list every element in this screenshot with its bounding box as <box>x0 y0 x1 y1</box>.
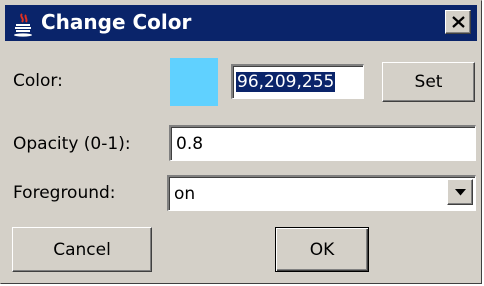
ok-button[interactable]: OK <box>275 227 369 272</box>
cancel-button[interactable]: Cancel <box>12 227 152 272</box>
set-button[interactable]: Set <box>382 62 475 102</box>
opacity-input[interactable]: 0.8 <box>169 125 476 161</box>
dropdown-button[interactable] <box>447 179 473 205</box>
window-title: Change Color <box>41 10 192 34</box>
color-value-text: 96,209,255 <box>236 72 336 92</box>
close-button[interactable] <box>445 10 471 34</box>
java-cup-icon <box>13 13 35 37</box>
title-bar[interactable]: Change Color <box>5 5 477 41</box>
cancel-button-label: Cancel <box>53 239 111 260</box>
close-icon <box>452 16 465 28</box>
chevron-down-icon <box>455 189 466 196</box>
color-value-input[interactable]: 96,209,255 <box>231 64 364 99</box>
opacity-value-text: 0.8 <box>176 133 204 154</box>
color-label: Color: <box>13 71 63 91</box>
change-color-dialog: Change Color Color: 96,209,255 Set Opaci… <box>0 0 482 284</box>
ok-button-label: OK <box>309 239 335 260</box>
foreground-selected-value: on <box>174 183 196 204</box>
opacity-label: Opacity (0-1): <box>13 134 131 154</box>
foreground-select[interactable]: on <box>167 175 476 211</box>
set-button-label: Set <box>414 72 443 92</box>
foreground-label: Foreground: <box>13 183 116 203</box>
color-swatch <box>170 58 218 106</box>
